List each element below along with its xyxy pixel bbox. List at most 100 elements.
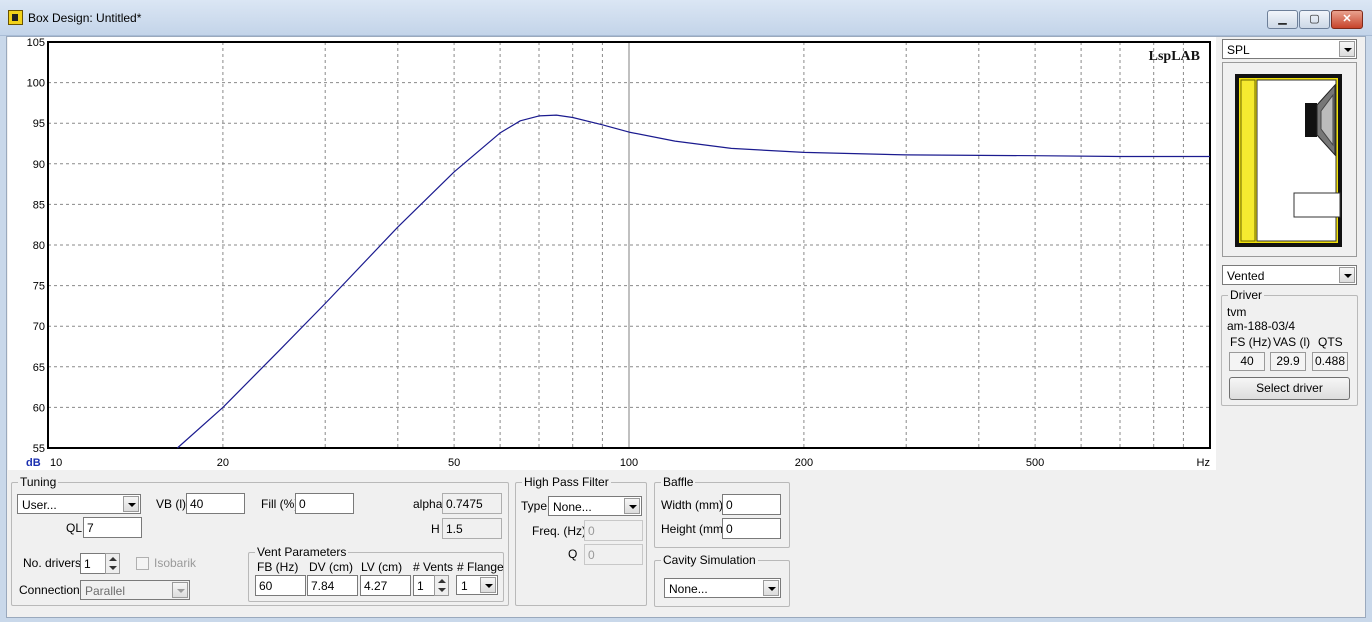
baffle-height-label: Height (mm): [661, 522, 728, 536]
hpf-type-label: Type: [521, 499, 548, 513]
fs-header: FS (Hz): [1230, 335, 1272, 349]
hpf-group-label: High Pass Filter: [522, 475, 611, 489]
lv-input[interactable]: 4.27: [360, 575, 411, 596]
h-label: H: [431, 522, 440, 536]
fill-input[interactable]: 0: [295, 493, 354, 514]
vb-input[interactable]: 40: [186, 493, 245, 514]
y-tick-label: 95: [33, 118, 45, 130]
y-tick-label: 90: [33, 159, 45, 171]
hpf-freq-label: Freq. (Hz): [532, 524, 586, 538]
dv-input[interactable]: 7.84: [307, 575, 358, 596]
x-axis-unit-label: Hz: [1197, 457, 1210, 469]
ql-label: QL: [66, 521, 83, 535]
flange-value: 1: [461, 579, 468, 593]
alpha-label: alpha: [413, 497, 443, 511]
speaker-app-icon[interactable]: [8, 10, 23, 25]
cavity-type-value: None...: [669, 582, 708, 596]
chart-svg: 105 100 95 90 85 80 75 70 65 60 55 10 20 50 100 200 500 d…: [26, 37, 1211, 469]
chevron-down-icon[interactable]: [123, 496, 139, 512]
hpf-type-select[interactable]: None...: [548, 496, 642, 516]
tuning-preset-select[interactable]: User...: [17, 494, 141, 514]
driver-model: am-188-03/4: [1227, 319, 1296, 333]
isobarik-checkbox[interactable]: [136, 557, 149, 570]
chevron-down-icon[interactable]: [1339, 41, 1355, 57]
baffle-group-label: Baffle: [661, 475, 696, 489]
vents-input[interactable]: 1: [413, 575, 435, 596]
vas-value: 29.9: [1270, 352, 1306, 371]
y-tick-label: 70: [33, 321, 45, 333]
vents-label: # Vents: [413, 560, 454, 574]
close-button[interactable]: ✕: [1331, 10, 1363, 29]
y-tick-label: 60: [33, 402, 45, 414]
x-tick-label: 10: [50, 457, 62, 469]
drivers-label: No. drivers: [23, 556, 82, 570]
chevron-down-icon[interactable]: [624, 498, 640, 514]
h-value: 1.5: [442, 518, 502, 539]
x-tick-label: 20: [217, 457, 229, 469]
graph-type-select[interactable]: SPL: [1222, 39, 1357, 59]
chevron-down-icon[interactable]: [763, 580, 779, 596]
baffle-width-input[interactable]: 0: [722, 494, 781, 515]
spl-response-line: [177, 114, 1210, 449]
chevron-down-icon[interactable]: [480, 577, 496, 593]
hpf-type-value: None...: [553, 500, 592, 514]
window-title: Box Design: Untitled*: [28, 11, 142, 25]
y-tick-label: 105: [27, 37, 45, 49]
hpf-freq-input[interactable]: 0: [584, 520, 643, 541]
y-tick-label: 100: [27, 78, 45, 90]
y-tick-label: 85: [33, 199, 45, 211]
isobarik-label: Isobarik: [154, 556, 197, 570]
driver-maker: tvm: [1227, 305, 1247, 319]
connection-value: Parallel: [85, 584, 126, 598]
cavity-group-label: Cavity Simulation: [661, 553, 758, 567]
baffle-width-label: Width (mm): [661, 498, 723, 512]
vas-header: VAS (l): [1273, 335, 1311, 349]
minimize-icon: ▁: [1278, 13, 1287, 25]
qts-value: 0.488: [1312, 352, 1348, 371]
tuning-group-label: Tuning: [18, 475, 59, 489]
maximize-button[interactable]: ▢: [1299, 10, 1330, 29]
hpf-q-input[interactable]: 0: [584, 544, 643, 565]
baffle-height-input[interactable]: 0: [722, 518, 781, 539]
fb-label: FB (Hz): [257, 560, 299, 574]
fs-value: 40: [1229, 352, 1265, 371]
watermark-label: LspLAB: [1149, 49, 1200, 64]
minimize-button[interactable]: ▁: [1267, 10, 1298, 29]
box-type-select[interactable]: Vented: [1222, 265, 1357, 285]
vent-group-label: Vent Parameters: [255, 545, 349, 559]
alpha-value: 0.7475: [442, 493, 502, 514]
drivers-input[interactable]: 1: [80, 553, 106, 574]
drivers-spinner[interactable]: [105, 553, 120, 574]
chevron-down-icon[interactable]: [172, 582, 188, 598]
dv-label: DV (cm): [309, 560, 353, 574]
spl-chart[interactable]: 105 100 95 90 85 80 75 70 65 60 55 10 20 50 100 200 500 d…: [8, 37, 1216, 470]
chevron-down-icon[interactable]: [1339, 267, 1355, 283]
graph-type-value: SPL: [1227, 43, 1250, 57]
vented-box-diagram: [1235, 74, 1342, 247]
driver-group-label: Driver: [1228, 288, 1264, 302]
ql-input[interactable]: 7: [83, 517, 142, 538]
hpf-q-label: Q: [568, 547, 578, 561]
connection-select[interactable]: Parallel: [80, 580, 190, 600]
vents-spinner[interactable]: [434, 575, 449, 596]
box-preview: [1222, 62, 1357, 257]
y-axis-unit-label: dB: [26, 457, 41, 469]
fb-input[interactable]: 60: [255, 575, 306, 596]
box-type-value: Vented: [1227, 269, 1265, 283]
qts-header: QTS: [1318, 335, 1343, 349]
title-bar: Box Design: Untitled* ▁ ▢ ✕: [0, 0, 1372, 36]
y-tick-label: 65: [33, 362, 45, 374]
maximize-icon: ▢: [1309, 13, 1320, 25]
connection-label: Connection: [19, 583, 80, 597]
vb-label: VB (l): [156, 497, 186, 511]
x-tick-label: 100: [620, 457, 638, 469]
y-tick-label: 55: [33, 443, 45, 455]
x-tick-label: 50: [448, 457, 460, 469]
close-icon: ✕: [1342, 13, 1352, 25]
flange-label: # Flange: [457, 560, 504, 574]
select-driver-button[interactable]: Select driver: [1229, 377, 1350, 400]
x-tick-label: 200: [795, 457, 813, 469]
cavity-type-select[interactable]: None...: [664, 578, 781, 598]
flange-select[interactable]: 1: [456, 575, 498, 595]
fill-label: Fill (%): [261, 497, 299, 511]
